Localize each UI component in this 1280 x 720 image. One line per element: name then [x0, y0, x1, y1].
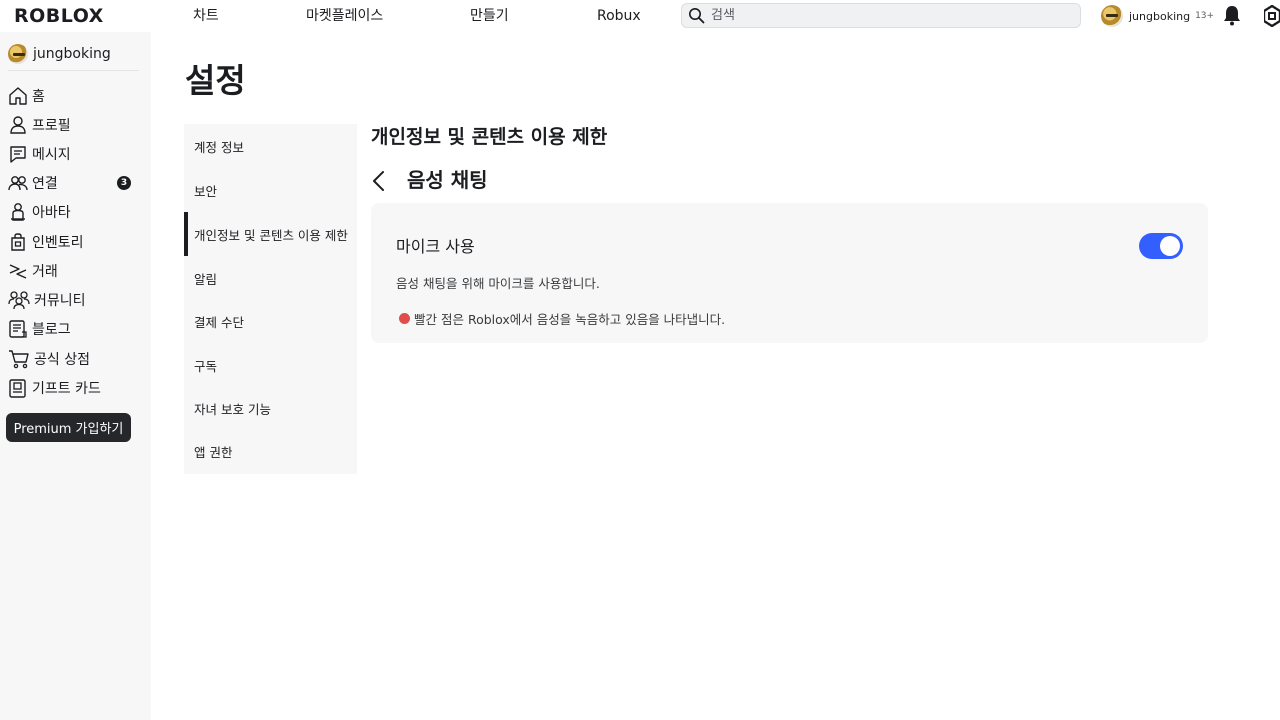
messages-icon [10, 146, 26, 163]
sidebar-item-label: 커뮤니티 [34, 293, 86, 309]
sidebar-user[interactable]: jungboking [8, 44, 111, 64]
sidebar-item-label: 프로필 [32, 118, 71, 134]
recording-note-text: 빨간 점은 Roblox에서 음성을 녹음하고 있음을 나타냅니다. [414, 312, 726, 327]
page-title: 설정 [185, 61, 246, 100]
sidebar-item-avatar[interactable]: 아바타 [8, 200, 143, 224]
sidebar-item-label: 인벤토리 [32, 235, 84, 251]
back-chevron-icon[interactable] [367, 168, 391, 194]
avatar-icon [11, 203, 25, 221]
sidebar-item-label: 블로그 [32, 322, 71, 338]
sidebar-item-messages[interactable]: 메시지 [8, 142, 143, 166]
sidebar-item-community[interactable]: 커뮤니티 [8, 288, 143, 312]
microphone-toggle[interactable] [1139, 233, 1183, 259]
premium-signup-button[interactable]: Premium 가입하기 [6, 413, 131, 442]
settings-tab-notifications[interactable]: 알림 [184, 256, 357, 300]
sidebar-item-label: 아바타 [32, 205, 71, 221]
top-navigation-bar: ROBLOX 차트 마켓플레이스 만들기 Robux jungboking 13… [0, 0, 1280, 32]
sidebar-item-label: 기프트 카드 [32, 381, 101, 397]
sidebar-username: jungboking [33, 46, 111, 62]
sidebar-item-label: 메시지 [32, 147, 71, 163]
nav-create[interactable]: 만들기 [470, 7, 509, 25]
sidebar-item-label: 연결 [32, 176, 58, 192]
sidebar-item-home[interactable]: 홈 [8, 84, 143, 108]
search-input[interactable] [711, 8, 1061, 23]
settings-tab-account-info[interactable]: 계정 정보 [184, 124, 357, 168]
search-icon [689, 8, 705, 24]
sidebar-item-label: 거래 [32, 264, 58, 280]
microphone-setting-title: 마이크 사용 [396, 237, 475, 256]
gift-card-icon [9, 379, 26, 398]
settings-tab-parental-controls[interactable]: 자녀 보호 기능 [184, 386, 357, 430]
top-user-menu[interactable]: jungboking 13+ [1101, 3, 1214, 29]
microphone-settings-card: 마이크 사용 음성 채팅을 위해 마이크를 사용합니다. 빨간 점은 Roblo… [371, 203, 1208, 343]
sidebar-item-inventory[interactable]: 인벤토리 [8, 230, 143, 254]
profile-icon [10, 116, 26, 134]
settings-tab-app-permissions[interactable]: 앱 권한 [184, 429, 357, 473]
blog-icon [9, 320, 27, 338]
settings-tab-payment-methods[interactable]: 결제 수단 [184, 299, 357, 343]
friends-icon [8, 176, 28, 191]
trade-icon [9, 264, 27, 279]
sidebar-item-connections[interactable]: 연결 3 [8, 171, 143, 195]
notification-badge: 3 [117, 176, 131, 190]
avatar [8, 44, 28, 64]
sidebar-item-label: 홈 [32, 89, 45, 105]
search-box[interactable] [681, 3, 1081, 28]
home-icon [9, 87, 27, 105]
sidebar-item-label: 공식 상점 [34, 352, 90, 368]
recording-indicator-note: 빨간 점은 Roblox에서 음성을 녹음하고 있음을 나타냅니다. [399, 309, 725, 328]
section-title: 개인정보 및 콘텐츠 이용 제한 [371, 126, 608, 148]
microphone-description: 음성 채팅을 위해 마이크를 사용합니다. [396, 276, 600, 291]
sidebar-item-official-store[interactable]: 공식 상점 [8, 347, 143, 371]
top-username: jungboking [1129, 9, 1191, 23]
settings-tab-subscriptions[interactable]: 구독 [184, 343, 357, 387]
sidebar-item-blog[interactable]: 블로그 [8, 317, 143, 341]
voice-chat-title: 음성 채팅 [407, 168, 488, 192]
nav-robux[interactable]: Robux [597, 7, 641, 25]
settings-menu: 계정 정보 보안 개인정보 및 콘텐츠 이용 제한 알림 결제 수단 구독 자녀… [184, 124, 357, 474]
settings-tab-security[interactable]: 보안 [184, 168, 357, 212]
sidebar-item-profile[interactable]: 프로필 [8, 113, 143, 137]
nav-marketplace[interactable]: 마켓플레이스 [306, 7, 383, 25]
nav-charts[interactable]: 차트 [193, 7, 219, 25]
community-icon [8, 291, 30, 310]
red-dot-icon [399, 313, 410, 324]
roblox-logo[interactable]: ROBLOX [14, 4, 104, 28]
age-label: 13+ [1195, 11, 1215, 21]
inventory-icon [11, 233, 25, 251]
robux-icon[interactable] [1264, 5, 1280, 27]
avatar [1101, 5, 1123, 27]
notifications-bell-icon[interactable] [1222, 4, 1242, 26]
shop-cart-icon [9, 350, 29, 369]
sidebar-item-gift-card[interactable]: 기프트 카드 [8, 376, 143, 400]
sidebar-item-trade[interactable]: 거래 [8, 259, 143, 283]
settings-tab-privacy[interactable]: 개인정보 및 콘텐츠 이용 제한 [184, 212, 357, 256]
divider [8, 70, 139, 71]
left-sidebar: jungboking 홈 프로필 메시지 연결 3 아바타 인벤토리 거래 커뮤… [0, 32, 151, 720]
